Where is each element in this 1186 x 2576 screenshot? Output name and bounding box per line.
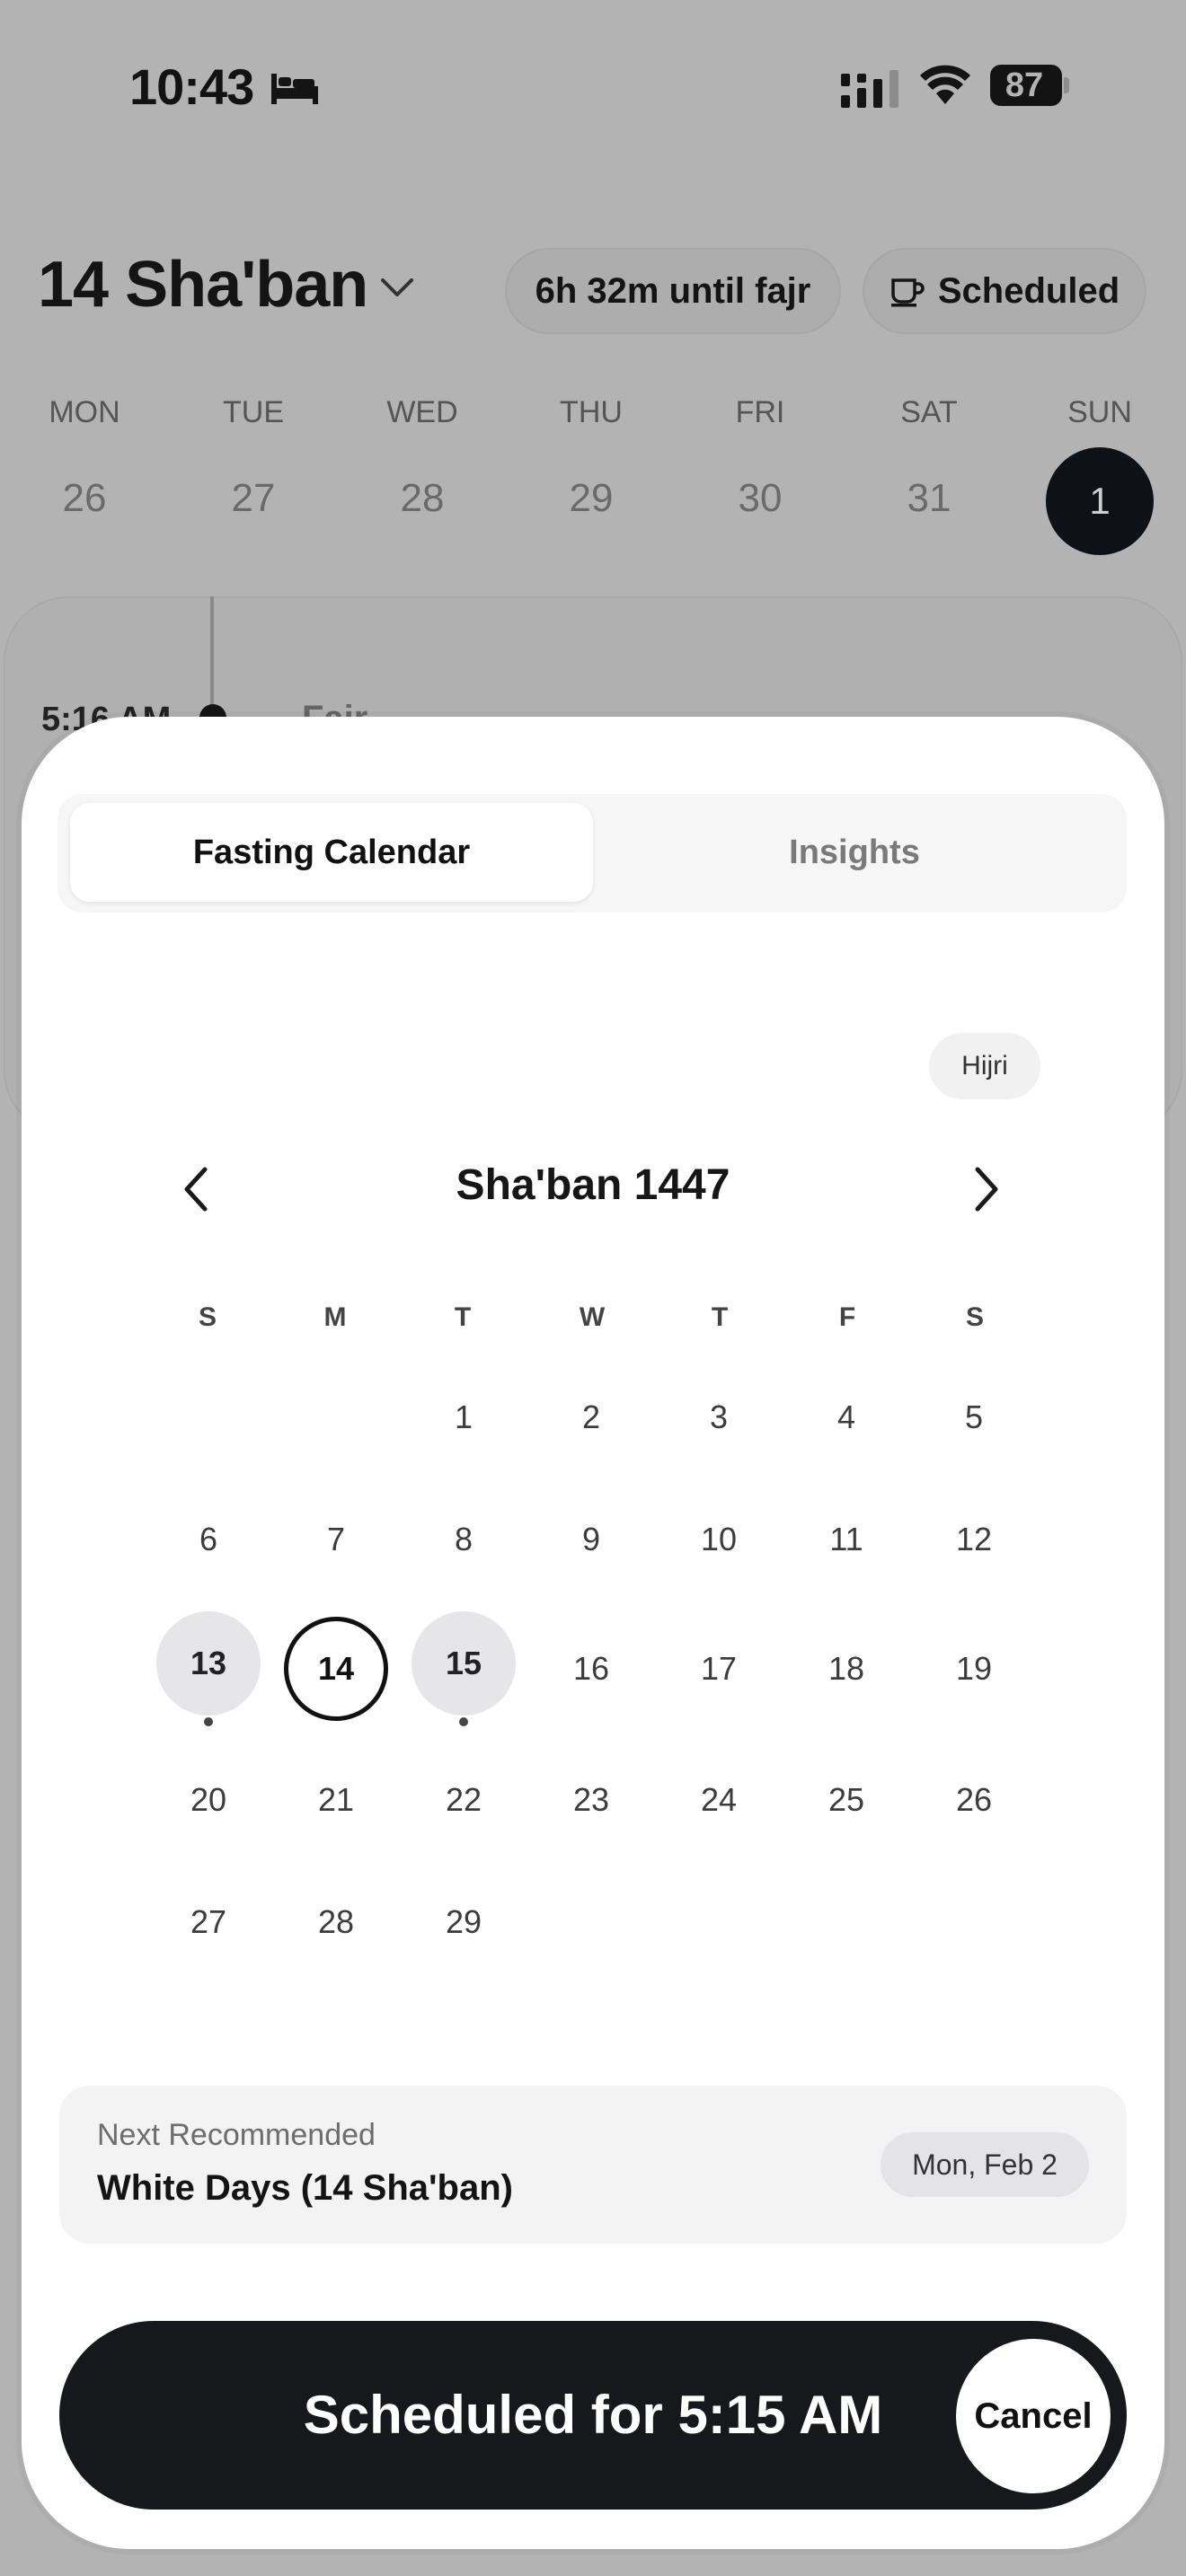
scheduled-pill[interactable]: Scheduled	[863, 248, 1146, 334]
battery-level: 87	[1005, 66, 1044, 104]
calendar-day[interactable]: 20	[156, 1748, 261, 1852]
calendar-day[interactable]: 23	[539, 1748, 643, 1852]
dow-header: M	[323, 1302, 347, 1332]
fajr-countdown-pill[interactable]: 6h 32m until fajr	[505, 248, 841, 334]
week-day-number[interactable]: 26	[31, 476, 138, 521]
calendar-day-fast[interactable]: 13	[156, 1611, 261, 1716]
calendar-day[interactable]: 19	[922, 1617, 1026, 1721]
chevron-right-icon[interactable]	[967, 1162, 1006, 1216]
next-recommended-date: Mon, Feb 2	[881, 2132, 1089, 2197]
battery-icon: 87	[990, 65, 1069, 108]
calendar-day[interactable]: 12	[922, 1487, 1026, 1592]
calendar-day[interactable]: 18	[794, 1617, 898, 1721]
fajr-countdown-label: 6h 32m until fajr	[535, 270, 811, 311]
calendar-day[interactable]: 17	[667, 1617, 771, 1721]
week-day-number[interactable]: 27	[199, 476, 307, 521]
dow-header: F	[838, 1302, 856, 1332]
dow-header: S	[198, 1302, 217, 1332]
week-day-label: FRI	[735, 395, 785, 429]
week-day-number[interactable]: 31	[875, 476, 983, 521]
week-day-label: SUN	[1067, 395, 1132, 429]
chevron-left-icon[interactable]	[176, 1162, 216, 1216]
calendar-day[interactable]: 27	[156, 1870, 261, 1974]
dow-header: T	[454, 1302, 472, 1332]
calendar-day[interactable]: 9	[539, 1487, 643, 1592]
calendar-day[interactable]: 16	[539, 1617, 643, 1721]
next-recommended-label: Next Recommended	[97, 2118, 376, 2152]
date-title[interactable]: 14 Sha'ban	[38, 248, 368, 322]
calendar-day[interactable]: 1	[412, 1365, 516, 1469]
month-title: Sha'ban 1447	[456, 1161, 730, 1209]
calendar-day[interactable]: 22	[412, 1748, 516, 1852]
tab-insights[interactable]: Insights	[593, 803, 1116, 902]
dow-header: W	[579, 1302, 606, 1332]
wifi-icon	[920, 65, 970, 104]
calendar-day-today[interactable]: 14	[284, 1617, 388, 1721]
fast-day-dot	[459, 1717, 468, 1726]
calendar-day-fast[interactable]: 15	[412, 1611, 516, 1716]
calendar-day[interactable]: 6	[156, 1487, 261, 1592]
week-day-number[interactable]: 30	[706, 476, 814, 521]
next-recommended-title: White Days (14 Sha'ban)	[97, 2168, 513, 2208]
cancel-button[interactable]: Cancel	[956, 2339, 1111, 2493]
calendar-day[interactable]: 11	[794, 1487, 898, 1592]
calendar-day[interactable]: 29	[412, 1870, 516, 1974]
week-day-label: MON	[49, 395, 120, 429]
calendar-day[interactable]: 24	[667, 1748, 771, 1852]
dow-header: S	[965, 1302, 984, 1332]
calendar-day[interactable]: 2	[539, 1365, 643, 1469]
calendar-day[interactable]: 4	[794, 1365, 898, 1469]
dow-header: T	[711, 1302, 729, 1332]
calendar-day[interactable]: 7	[284, 1487, 388, 1592]
calendar-day[interactable]: 10	[667, 1487, 771, 1592]
week-day-label: WED	[386, 395, 458, 429]
week-day-selected[interactable]: 1	[1046, 447, 1154, 555]
week-day-label: SAT	[900, 395, 958, 429]
calendar-day[interactable]: 28	[284, 1870, 388, 1974]
calendar-day[interactable]: 26	[922, 1748, 1026, 1852]
bed-icon	[271, 74, 318, 104]
cup-icon	[890, 278, 925, 307]
status-time: 10:43	[129, 58, 254, 115]
calendar-day[interactable]: 3	[667, 1365, 771, 1469]
calendar-day[interactable]: 21	[284, 1748, 388, 1852]
week-day-number[interactable]: 29	[537, 476, 645, 521]
battery-tip	[1064, 77, 1069, 93]
calendar-day[interactable]: 5	[922, 1365, 1026, 1469]
week-day-label: TUE	[223, 395, 284, 429]
week-day-label: THU	[560, 395, 623, 429]
signal-icon	[841, 70, 898, 108]
chevron-down-icon[interactable]	[379, 275, 415, 300]
fast-day-dot	[204, 1717, 213, 1726]
scheduled-label: Scheduled	[937, 270, 1120, 311]
tab-fasting-calendar[interactable]: Fasting Calendar	[70, 803, 593, 902]
status-bar: 10:43 87	[0, 0, 1186, 162]
calendar-day[interactable]: 25	[794, 1748, 898, 1852]
week-day-number[interactable]: 28	[368, 476, 476, 521]
scheduled-button-label: Scheduled for 5:15 AM	[303, 2385, 883, 2445]
calendar-mode-toggle[interactable]: Hijri	[929, 1033, 1040, 1099]
calendar-day[interactable]: 8	[412, 1487, 516, 1592]
